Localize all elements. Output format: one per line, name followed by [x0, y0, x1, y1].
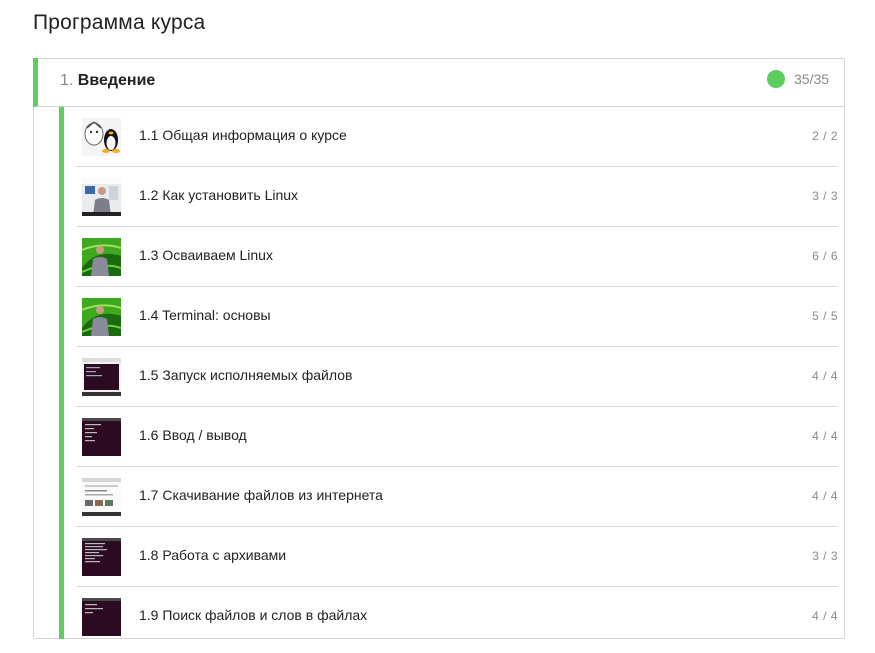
module-header[interactable]: 1. Введение 35/35	[33, 58, 844, 107]
lesson-title: 1.6 Ввод / вывод	[139, 427, 247, 443]
lesson-progress: 5 / 5	[812, 309, 838, 323]
terminal-thumbnail-icon	[82, 418, 121, 456]
completed-status-icon	[767, 70, 785, 88]
lesson-item[interactable]: 1.9 Поиск файлов и слов в файлах 4 / 4	[76, 587, 838, 646]
lesson-list: 1.1 Общая информация о курсе 2 / 2 1.2 К…	[59, 107, 838, 639]
lesson-title: 1.4 Terminal: основы	[139, 307, 271, 323]
module-card: 1. Введение 35/35 1.1 Общая информация о…	[33, 58, 845, 639]
lesson-item[interactable]: 1.5 Запуск исполняемых файлов 4 / 4	[76, 347, 838, 407]
lesson-item[interactable]: 1.2 Как установить Linux 3 / 3	[76, 167, 838, 227]
lesson-progress: 4 / 4	[812, 369, 838, 383]
lesson-title: 1.9 Поиск файлов и слов в файлах	[139, 607, 368, 623]
page-title: Программа курса	[33, 11, 206, 34]
lesson-item[interactable]: 1.1 Общая информация о курсе 2 / 2	[76, 107, 838, 167]
terminal-window-thumbnail-icon	[82, 358, 121, 396]
gnu-tux-thumbnail-icon	[82, 118, 121, 156]
terminal-thumbnail-icon	[82, 598, 121, 636]
lesson-item[interactable]: 1.3 Осваиваем Linux 6 / 6	[76, 227, 838, 287]
lesson-title: 1.7 Скачивание файлов из интернета	[139, 487, 383, 503]
lesson-progress: 6 / 6	[812, 249, 838, 263]
lesson-item[interactable]: 1.6 Ввод / вывод 4 / 4	[76, 407, 838, 467]
lesson-progress: 4 / 4	[812, 429, 838, 443]
lesson-title: 1.8 Работа с архивами	[139, 547, 287, 563]
lesson-title: 1.2 Как установить Linux	[139, 187, 299, 203]
video-presenter-thumbnail-icon	[82, 298, 121, 336]
lesson-title: 1.3 Осваиваем Linux	[139, 247, 273, 263]
lesson-item[interactable]: 1.7 Скачивание файлов из интернета 4 / 4	[76, 467, 838, 527]
lesson-item[interactable]: 1.4 Terminal: основы 5 / 5	[76, 287, 838, 347]
lesson-item[interactable]: 1.8 Работа с архивами 3 / 3	[76, 527, 838, 587]
video-presenter-thumbnail-icon	[82, 178, 121, 216]
lesson-progress: 4 / 4	[812, 609, 838, 623]
video-presenter-thumbnail-icon	[82, 238, 121, 276]
module-title: 1. Введение	[60, 72, 155, 90]
lesson-title: 1.5 Запуск исполняемых файлов	[139, 367, 353, 383]
browser-thumbnail-icon	[82, 478, 121, 516]
lesson-progress: 3 / 3	[812, 549, 838, 563]
module-number: 1.	[60, 72, 74, 89]
lesson-progress: 4 / 4	[812, 489, 838, 503]
terminal-thumbnail-icon	[82, 538, 121, 576]
module-name: Введение	[77, 72, 156, 89]
lesson-progress: 2 / 2	[812, 129, 838, 143]
module-progress: 35/35	[794, 71, 830, 87]
lesson-title: 1.1 Общая информация о курсе	[139, 127, 347, 143]
lesson-progress: 3 / 3	[812, 189, 838, 203]
